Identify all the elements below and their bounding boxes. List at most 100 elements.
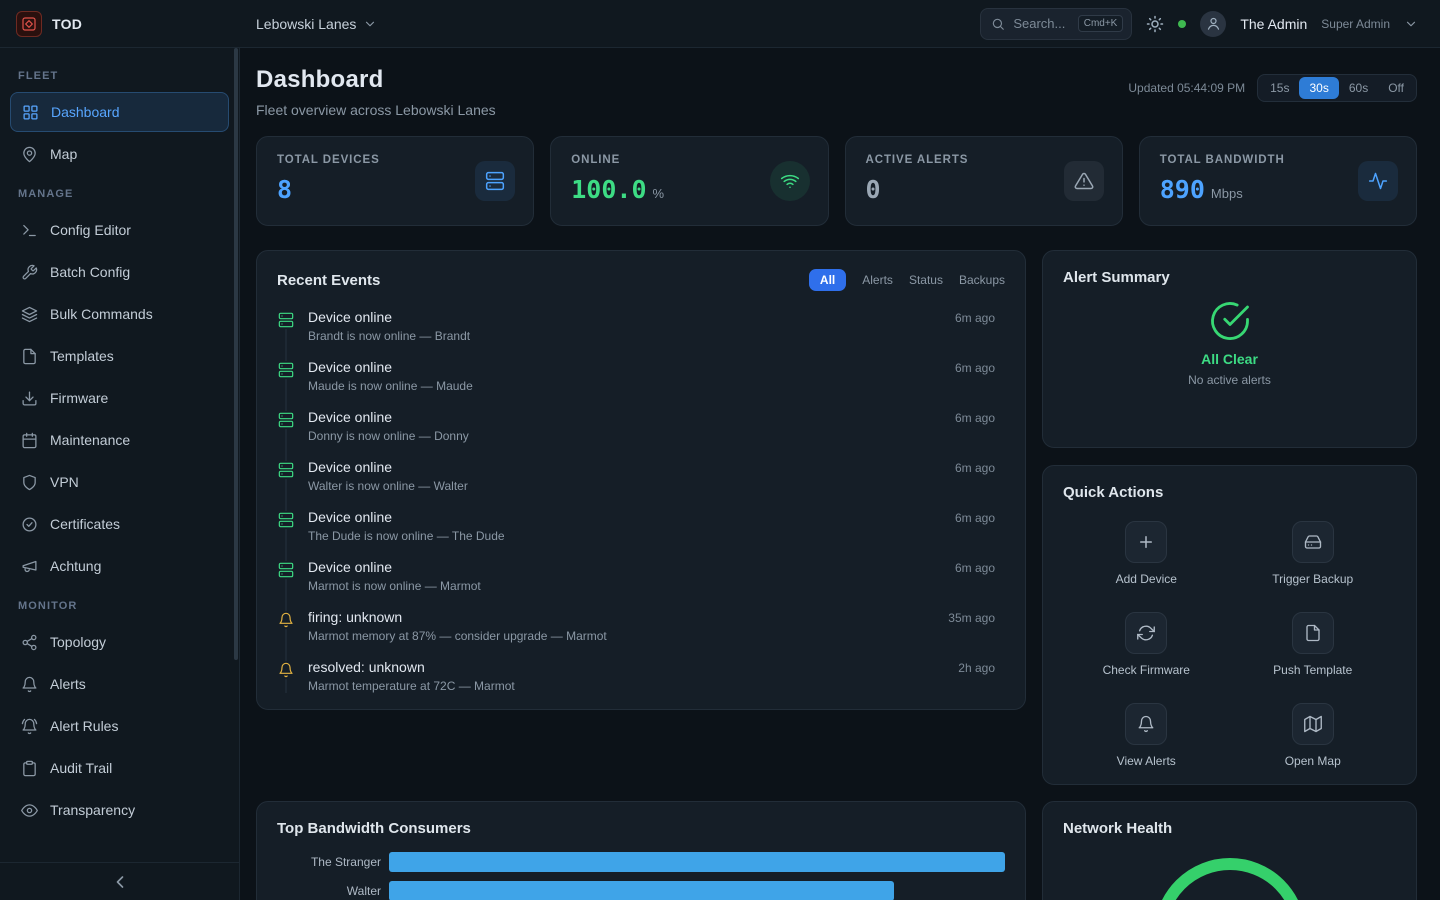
chevron-down-icon <box>363 17 377 31</box>
sidebar-item-maintenance[interactable]: Maintenance <box>10 420 229 460</box>
bandwidth-row: Walter <box>277 881 1005 900</box>
network-health-card: Network Health 100 <box>1042 801 1417 900</box>
user-role: Super Admin <box>1321 17 1390 31</box>
event-title: Device online <box>308 409 942 425</box>
event-title: Device online <box>308 359 942 375</box>
alert-status-note: No active alerts <box>1188 373 1271 387</box>
quick-action-label: Check Firmware <box>1103 663 1190 677</box>
events-list: Device online Brandt is now online — Bra… <box>277 301 995 693</box>
app-logo: TOD <box>0 11 240 37</box>
sidebar-item-achtung[interactable]: Achtung <box>10 546 229 586</box>
server-icon <box>277 461 295 479</box>
event-row[interactable]: Device online Marmot is now online — Mar… <box>277 551 995 601</box>
sidebar-item-label: Alert Rules <box>50 718 118 734</box>
dashboard-grid-icon <box>22 104 39 121</box>
server-icon <box>475 161 515 201</box>
stat-card-total-bandwidth: TOTAL BANDWIDTH 890 Mbps <box>1139 136 1417 226</box>
avatar[interactable] <box>1200 11 1226 37</box>
refresh-option-30s[interactable]: 30s <box>1299 77 1338 99</box>
layers-icon <box>21 306 38 323</box>
alert-triangle-icon <box>1064 161 1104 201</box>
sidebar-item-label: Achtung <box>50 558 101 574</box>
plus-icon <box>1125 521 1167 563</box>
sidebar-item-label: Map <box>50 146 77 162</box>
calendar-icon <box>21 432 38 449</box>
sidebar-item-firmware[interactable]: Firmware <box>10 378 229 418</box>
bell-ring-icon <box>21 718 38 735</box>
logo-text: TOD <box>52 16 82 32</box>
sidebar-item-bulk-commands[interactable]: Bulk Commands <box>10 294 229 334</box>
filter-tab-alerts[interactable]: Alerts <box>862 273 893 287</box>
top-bar-right: Cmd+K The Admin Super Admin <box>980 8 1440 40</box>
sidebar-item-dashboard[interactable]: Dashboard <box>10 92 229 132</box>
event-row[interactable]: Device online Maude is now online — Maud… <box>277 351 995 401</box>
shield-icon <box>21 474 38 491</box>
recent-events-card: Recent Events All Alerts Status Backups … <box>256 250 1026 710</box>
quick-action-push-template[interactable]: Push Template <box>1273 612 1352 677</box>
event-title: Device online <box>308 559 942 575</box>
sidebar-item-transparency[interactable]: Transparency <box>10 790 229 830</box>
sidebar-item-map[interactable]: Map <box>10 134 229 174</box>
user-name: The Admin <box>1240 16 1307 32</box>
search-input[interactable] <box>1013 16 1069 31</box>
event-row[interactable]: Device online Brandt is now online — Bra… <box>277 301 995 351</box>
sidebar-item-certificates[interactable]: Certificates <box>10 504 229 544</box>
alert-summary-title: Alert Summary <box>1063 269 1396 286</box>
quick-action-add-device[interactable]: Add Device <box>1116 521 1177 586</box>
right-column: Alert Summary All Clear No active alerts… <box>1042 250 1417 785</box>
map-pin-icon <box>21 146 38 163</box>
user-menu-chevron-icon[interactable] <box>1404 17 1418 31</box>
sidebar-item-label: Alerts <box>50 676 86 692</box>
sidebar-item-alerts[interactable]: Alerts <box>10 664 229 704</box>
sidebar-item-label: Batch Config <box>50 264 130 280</box>
event-title: firing: unknown <box>308 609 935 625</box>
search-box[interactable]: Cmd+K <box>980 8 1132 40</box>
filter-tab-all[interactable]: All <box>809 269 846 291</box>
events-scroll-area[interactable]: Device online Brandt is now online — Bra… <box>277 301 1005 693</box>
quick-action-view-alerts[interactable]: View Alerts <box>1117 703 1176 768</box>
sidebar-item-config-editor[interactable]: Config Editor <box>10 210 229 250</box>
sidebar-item-vpn[interactable]: VPN <box>10 462 229 502</box>
eye-icon <box>21 802 38 819</box>
sidebar-item-batch-config[interactable]: Batch Config <box>10 252 229 292</box>
refresh-interval-control: 15s 30s 60s Off <box>1257 74 1417 102</box>
org-switcher[interactable]: Lebowski Lanes <box>240 16 377 32</box>
event-row[interactable]: firing: unknown Marmot memory at 87% — c… <box>277 601 995 651</box>
sidebar-item-audit-trail[interactable]: Audit Trail <box>10 748 229 788</box>
event-title: Device online <box>308 509 942 525</box>
quick-action-open-map[interactable]: Open Map <box>1285 703 1341 768</box>
dashboard-grid: Recent Events All Alerts Status Backups … <box>256 250 1417 900</box>
refresh-option-15s[interactable]: 15s <box>1260 77 1299 99</box>
sidebar-item-label: Transparency <box>50 802 135 818</box>
file-icon <box>21 348 38 365</box>
sidebar-scrollbar[interactable] <box>234 48 238 660</box>
event-row[interactable]: Device online Walter is now online — Wal… <box>277 451 995 501</box>
page-title: Dashboard <box>256 66 496 94</box>
theme-toggle-sun-icon[interactable] <box>1146 15 1164 33</box>
server-icon <box>277 511 295 529</box>
refresh-option-off[interactable]: Off <box>1378 77 1414 99</box>
filter-tab-status[interactable]: Status <box>909 273 943 287</box>
quick-action-trigger-backup[interactable]: Trigger Backup <box>1272 521 1353 586</box>
bar-label: The Stranger <box>277 855 389 869</box>
bandwidth-bars: The Stranger Walter <box>277 852 1005 900</box>
quick-action-check-firmware[interactable]: Check Firmware <box>1103 612 1190 677</box>
top-bar: TOD Lebowski Lanes Cmd+K The Adm <box>0 0 1440 48</box>
quick-action-label: View Alerts <box>1117 754 1176 768</box>
stats-row: TOTAL DEVICES 8 ONLINE 100.0 % <box>256 136 1417 226</box>
sidebar-item-topology[interactable]: Topology <box>10 622 229 662</box>
event-row[interactable]: resolved: unknown Marmot temperature at … <box>277 651 995 693</box>
sidebar-collapse-chevron-icon[interactable] <box>110 872 130 892</box>
network-health-title: Network Health <box>1063 820 1396 837</box>
event-time: 35m ago <box>948 611 995 625</box>
activity-icon <box>1358 161 1398 201</box>
sidebar-item-templates[interactable]: Templates <box>10 336 229 376</box>
sidebar-item-alert-rules[interactable]: Alert Rules <box>10 706 229 746</box>
event-row[interactable]: Device online The Dude is now online — T… <box>277 501 995 551</box>
sidebar-section-monitor: MONITOR <box>0 588 239 620</box>
event-row[interactable]: Device online Donny is now online — Donn… <box>277 401 995 451</box>
refresh-option-60s[interactable]: 60s <box>1339 77 1378 99</box>
filter-tab-backups[interactable]: Backups <box>959 273 1005 287</box>
event-time: 6m ago <box>955 511 995 525</box>
sidebar-item-label: VPN <box>50 474 79 490</box>
